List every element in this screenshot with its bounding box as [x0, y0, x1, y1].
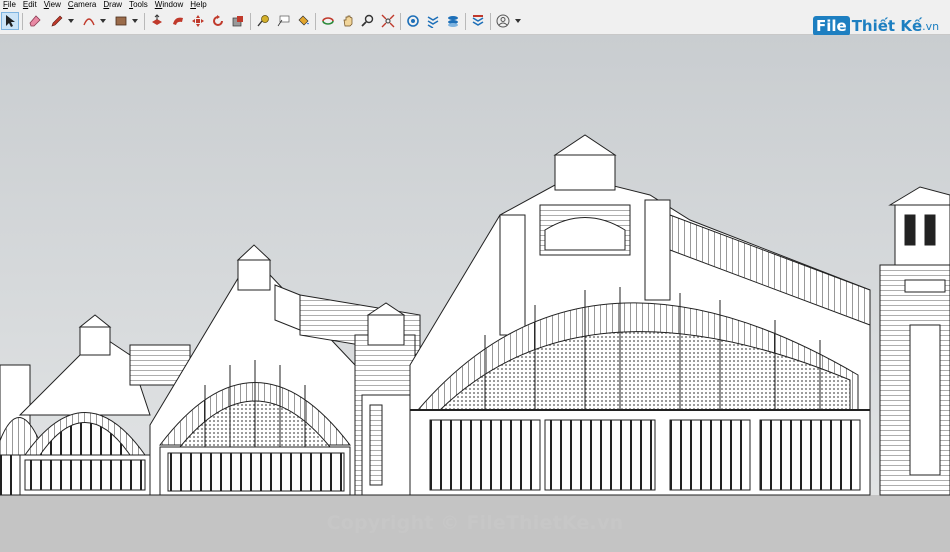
toolbar-separator [250, 13, 251, 30]
logo-name: Thiết Kế [851, 17, 923, 35]
main-toolbar [0, 10, 950, 35]
toolbar-separator [400, 13, 401, 30]
toolbar-separator [144, 13, 145, 30]
menu-tools[interactable]: Tools [126, 0, 152, 10]
logo-box: File [813, 16, 850, 36]
menu-edit[interactable]: Edit [20, 0, 41, 10]
logo-tld: .vn [922, 19, 940, 33]
follow-me-icon[interactable] [169, 12, 187, 30]
model-info-icon[interactable] [444, 12, 462, 30]
pan-icon[interactable] [339, 12, 357, 30]
menu-window[interactable]: Window [152, 0, 187, 10]
rotate-icon[interactable] [209, 12, 227, 30]
text-icon[interactable] [274, 12, 292, 30]
pencil-icon[interactable] [48, 12, 66, 30]
menu-draw[interactable]: Draw [100, 0, 126, 10]
warehouse-icon[interactable] [404, 12, 422, 30]
menu-camera[interactable]: Camera [65, 0, 100, 10]
market-building-model [0, 35, 950, 552]
toolbar-separator [315, 13, 316, 30]
zoom-extents-icon[interactable] [379, 12, 397, 30]
3d-viewport[interactable] [0, 35, 950, 552]
menu-file[interactable]: File [0, 0, 20, 10]
menu-view[interactable]: View [41, 0, 65, 10]
menu-help[interactable]: Help [187, 0, 210, 10]
push-pull-icon[interactable] [148, 12, 166, 30]
rectangle-icon[interactable] [112, 12, 130, 30]
arc-icon[interactable] [80, 12, 98, 30]
chevron-down-icon[interactable] [515, 19, 521, 23]
zoom-icon[interactable] [359, 12, 377, 30]
scale-icon[interactable] [229, 12, 247, 30]
eraser-icon[interactable] [26, 12, 44, 30]
tape-measure-icon[interactable] [254, 12, 272, 30]
toolbar-separator [22, 13, 23, 30]
extensions-icon[interactable] [424, 12, 442, 30]
toolbar-separator [465, 13, 466, 30]
orbit-icon[interactable] [319, 12, 337, 30]
chevron-down-icon[interactable] [132, 19, 138, 23]
select-icon[interactable] [1, 12, 19, 30]
account-icon[interactable] [494, 12, 512, 30]
move-icon[interactable] [189, 12, 207, 30]
menu-bar: File Edit View Camera Draw Tools Window … [0, 0, 950, 10]
toolbar-separator [490, 13, 491, 30]
chevron-down-icon[interactable] [100, 19, 106, 23]
copyright-watermark: Copyright © FileThietKe.vn [326, 512, 624, 534]
layout-icon[interactable] [469, 12, 487, 30]
chevron-down-icon[interactable] [68, 19, 74, 23]
paint-bucket-icon[interactable] [294, 12, 312, 30]
